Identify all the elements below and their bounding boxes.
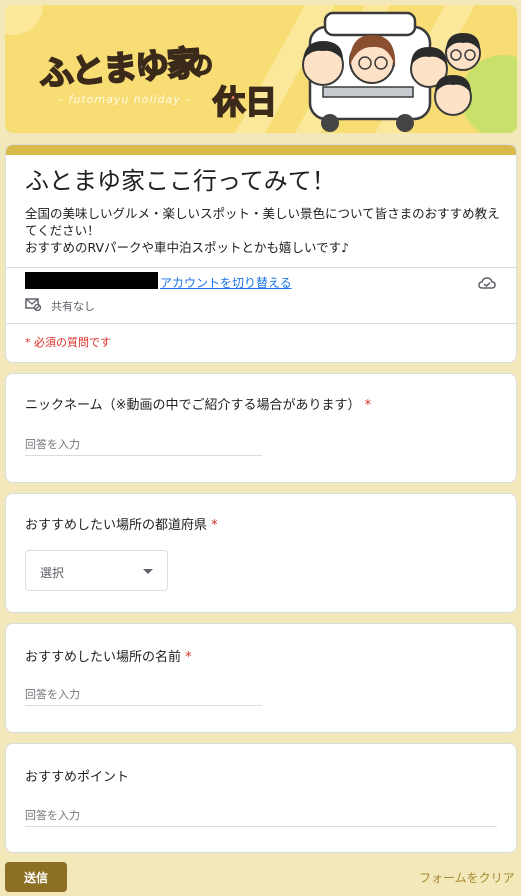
cloud-check-icon [478, 277, 496, 289]
banner-kyujitsu: 休日 [212, 82, 278, 122]
switch-account-link[interactable]: アカウントを切り替える [160, 274, 292, 291]
clear-form-link[interactable]: フォームをクリア [419, 869, 515, 886]
header-banner: ふとまゆ家 の 休日 - futomayu holiday - [5, 5, 517, 133]
submit-button[interactable]: 送信 [5, 862, 67, 892]
question-card-recommend-point: おすすめポイント [5, 743, 517, 853]
form-header-card: ふとまゆ家ここ行ってみて！ 全国の美味しいグルメ・楽しいスポット・美しい景色につ… [5, 144, 517, 363]
form-page: ふとまゆ家 の 休日 - futomayu holiday - ふとまゆ家ここ行… [0, 0, 521, 896]
divider [6, 267, 516, 268]
form-description: 全国の美味しいグルメ・楽しいスポット・美しい景色について皆さまのおすすめ教えてく… [25, 205, 505, 256]
nickname-input[interactable] [25, 434, 262, 456]
question-card-prefecture: おすすめしたい場所の都道府県 * 選択 [5, 493, 517, 613]
banner-subtitle: - futomayu holiday - [59, 93, 191, 106]
question-label: おすすめポイント [25, 770, 130, 785]
question-label: おすすめしたい場所の名前 * [25, 650, 192, 665]
required-asterisk: * [364, 398, 372, 413]
question-card-nickname: ニックネーム（※動画の中でご紹介する場合があります） * [5, 373, 517, 483]
banner-no: の [188, 50, 214, 80]
required-note: * 必須の質問です [25, 336, 111, 349]
question-label: おすすめしたい場所の都道府県 * [25, 518, 218, 533]
recommend-point-input[interactable] [25, 805, 497, 827]
form-title: ふとまゆ家ここ行ってみて！ [25, 167, 336, 195]
place-name-input[interactable] [25, 684, 262, 706]
select-value: 選択 [40, 566, 65, 580]
description-line-1: 全国の美味しいグルメ・楽しいスポット・美しい景色について皆さまのおすすめ教えてく… [25, 206, 500, 238]
divider [6, 323, 516, 324]
dropdown-arrow-icon [143, 569, 153, 574]
description-line-2: おすすめのRVパークや車中泊スポットとかも嬉しいです♪ [25, 240, 350, 255]
accent-bar [6, 145, 516, 155]
question-label: ニックネーム（※動画の中でご紹介する場合があります） * [25, 398, 372, 413]
required-asterisk: * [185, 650, 192, 665]
prefecture-select[interactable]: 選択 [25, 550, 168, 591]
required-asterisk: * [211, 518, 218, 533]
not-shared-text: 共有なし [51, 300, 95, 313]
question-card-place-name: おすすめしたい場所の名前 * [5, 623, 517, 733]
not-shared-icon [25, 298, 41, 311]
redacted-email [25, 272, 158, 289]
